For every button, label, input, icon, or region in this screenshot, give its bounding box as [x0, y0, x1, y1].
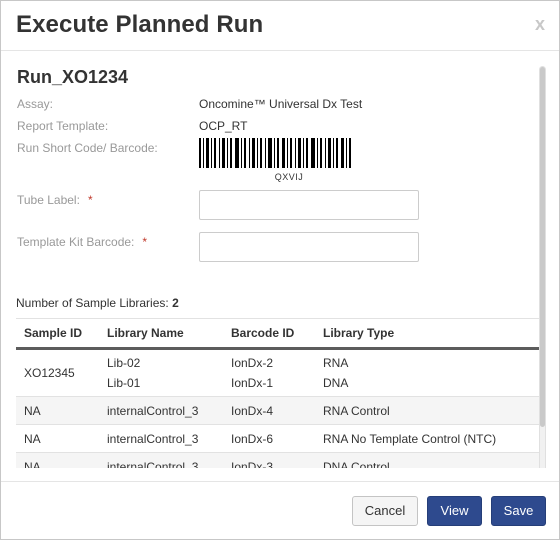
barcode-id: IonDx-2 [231, 356, 274, 370]
sample-library-count: Number of Sample Libraries: 2 [16, 296, 179, 310]
tube-label-label: Tube Label: * [17, 193, 93, 207]
assay-value: Oncomine™ Universal Dx Test [199, 97, 363, 111]
library-name-cell: internalControl_3 [99, 452, 223, 468]
sample-id-cell: NA [16, 424, 99, 453]
required-asterisk: * [142, 235, 148, 249]
library-type-cell: DNA Control [315, 452, 540, 468]
library-name: Lib-01 [107, 376, 141, 390]
dialog-footer: Cancel View Save [1, 481, 559, 539]
column-header-barcode-id[interactable]: Barcode ID [223, 318, 315, 350]
close-icon[interactable]: x [535, 14, 545, 35]
barcode-id: IonDx-1 [231, 376, 274, 390]
dialog-header: Execute Planned Run x [1, 1, 559, 51]
report-template-value: OCP_RT [199, 119, 248, 133]
table-row: NA internalControl_3 IonDx-4 RNA Control [16, 396, 540, 425]
barcode-id-cell: IonDx-4 [223, 396, 315, 425]
barcode-image [199, 138, 351, 168]
library-name-cell: internalControl_3 [99, 424, 223, 453]
barcode-id-cell: IonDx-2 IonDx-1 [223, 348, 315, 397]
table-row: NA internalControl_3 IonDx-6 RNA No Temp… [16, 424, 540, 453]
barcode-id-cell: IonDx-6 [223, 424, 315, 453]
library-type-cell: RNA Control [315, 396, 540, 425]
sample-id-cell: XO12345 [16, 348, 99, 397]
barcode-text: QXVIJ [274, 172, 304, 182]
tube-label-text: Tube Label: [17, 193, 80, 207]
template-kit-barcode-text: Template Kit Barcode: [17, 235, 135, 249]
scrollbar-thumb[interactable] [540, 67, 545, 427]
required-asterisk: * [87, 193, 93, 207]
template-kit-barcode-input[interactable] [199, 232, 419, 262]
run-short-code-label: Run Short Code/ Barcode: [17, 141, 158, 155]
sample-id-cell: NA [16, 452, 99, 468]
run-name: Run_XO1234 [17, 67, 129, 87]
library-type-cell: RNA DNA [315, 348, 540, 397]
library-type: RNA [323, 356, 349, 370]
sample-count-value: 2 [172, 296, 179, 310]
tube-label-input[interactable] [199, 190, 419, 220]
column-header-sample-id[interactable]: Sample ID [16, 318, 99, 350]
column-header-library-name[interactable]: Library Name [99, 318, 223, 350]
cancel-button[interactable]: Cancel [352, 496, 418, 526]
sample-count-label: Number of Sample Libraries: [16, 296, 169, 310]
table-row: XO12345 Lib-02 Lib-01 IonDx-2 IonDx-1 RN… [16, 348, 540, 397]
library-name-cell: internalControl_3 [99, 396, 223, 425]
library-type-cell: RNA No Template Control (NTC) [315, 424, 540, 453]
assay-label: Assay: [17, 97, 54, 111]
save-button[interactable]: Save [491, 496, 546, 526]
column-header-library-type[interactable]: Library Type [315, 318, 540, 350]
barcode-id-cell: IonDx-3 [223, 452, 315, 468]
library-name: Lib-02 [107, 356, 141, 370]
sample-id-cell: NA [16, 396, 99, 425]
library-type: DNA [323, 376, 349, 390]
table-row: NA internalControl_3 IonDx-3 DNA Control [16, 452, 540, 468]
library-name-cell: Lib-02 Lib-01 [99, 348, 223, 397]
report-template-label: Report Template: [17, 119, 109, 133]
template-kit-barcode-label: Template Kit Barcode: * [17, 235, 147, 249]
view-button[interactable]: View [427, 496, 482, 526]
dialog-body: Run_XO1234 Assay: Oncomine™ Universal Dx… [1, 52, 559, 468]
execute-planned-run-dialog: Execute Planned Run x Run_XO1234 Assay: … [0, 0, 560, 540]
dialog-title: Execute Planned Run [16, 11, 264, 38]
table-header-row: Sample ID Library Name Barcode ID Librar… [16, 318, 540, 350]
sample-libraries-table: Sample ID Library Name Barcode ID Librar… [16, 318, 540, 468]
